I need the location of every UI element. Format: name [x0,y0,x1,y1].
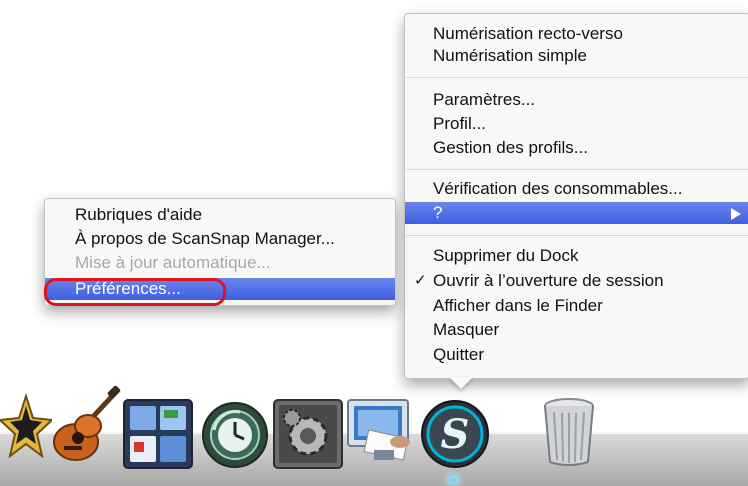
menu-item-label: Ouvrir à l’ouverture de session [433,271,664,290]
time-machine-icon[interactable] [200,400,270,470]
menu-item-profile[interactable]: Profil... [405,113,748,135]
scan-document-icon[interactable] [344,396,420,468]
menu-item-remove-from-dock[interactable]: Supprimer du Dock [405,245,748,267]
menu-item-help[interactable]: ? [405,202,748,224]
menu-item-label: À propos de ScanSnap Manager... [75,229,335,248]
scansnap-manager-icon[interactable]: S [420,398,490,470]
annotation-circle [44,278,226,306]
imovie-star-icon[interactable] [0,392,52,464]
menu-item-quit[interactable]: Quitter [405,344,748,366]
garageband-guitar-icon[interactable] [46,386,122,468]
menu-item-show-in-finder[interactable]: Afficher dans le Finder [405,295,748,317]
menu-item-duplex-scan[interactable]: Numérisation recto-verso [405,23,748,45]
menu-pointer-arrow [449,377,473,389]
menu-item-check-consumables[interactable]: Vérification des consommables... [405,178,748,200]
scansnap-context-menu: Numérisation recto-verso Numérisation si… [404,13,748,379]
menu-item-label: Gestion des profils... [433,138,588,157]
menu-separator [406,169,748,170]
menu-item-label: Masquer [433,320,500,339]
system-preferences-icon[interactable] [272,398,344,470]
menu-separator [406,77,748,78]
menu-item-manage-profiles[interactable]: Gestion des profils... [405,137,748,159]
menu-item-label: Rubriques d'aide [75,205,203,224]
menu-item-label: ? [433,203,443,222]
menu-item-label: Mise à jour automatique... [75,253,271,272]
menu-item-label: Quitter [433,345,485,364]
menu-item-settings[interactable]: Paramètres... [405,89,748,111]
menu-item-label: Numérisation recto-verso [433,24,623,43]
dashboard-icon[interactable] [122,398,194,470]
menu-item-label: Paramètres... [433,90,536,109]
menu-item-label: Vérification des consommables... [433,179,683,198]
submenu-item-auto-update: Mise à jour automatique... [45,252,395,274]
submenu-arrow-icon [731,208,741,220]
menu-item-label: Profil... [433,114,486,133]
menu-item-label: Afficher dans le Finder [433,296,603,315]
menu-item-label: Numérisation simple [433,46,587,65]
checkmark-icon: ✓ [414,272,427,289]
menu-item-label: Supprimer du Dock [433,246,579,265]
menu-item-simplex-scan[interactable]: Numérisation simple [405,45,748,67]
trash-icon[interactable] [536,396,602,468]
submenu-item-about[interactable]: À propos de ScanSnap Manager... [45,228,395,250]
svg-text:S: S [441,411,470,458]
menu-item-hide[interactable]: Masquer [405,319,748,341]
menu-separator [406,235,748,236]
menu-item-open-at-login[interactable]: ✓ Ouvrir à l’ouverture de session [405,270,748,292]
submenu-item-help-topics[interactable]: Rubriques d'aide [45,204,395,226]
active-app-indicator [449,478,457,482]
